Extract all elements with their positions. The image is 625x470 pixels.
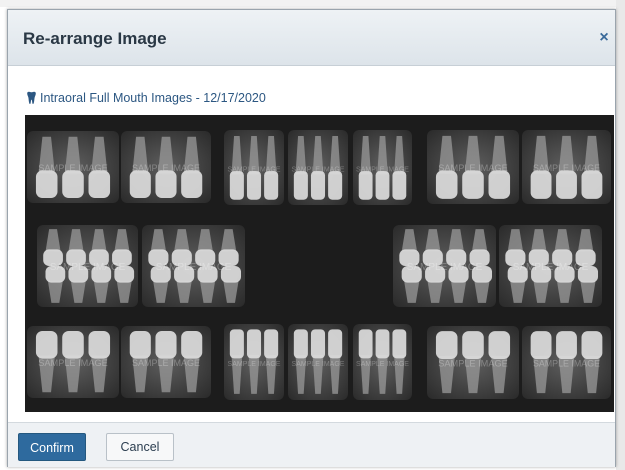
svg-text:SAMPLE IMAGE: SAMPLE IMAGE [438,163,507,173]
xray-thumbnail-molar-lower-left-1[interactable]: SAMPLE IMAGE [427,326,519,399]
xray-thumbnail-bitewing-left-2[interactable]: SAMPLE IMAGE [499,225,602,307]
dialog-title: Re-arrange Image [23,29,167,48]
xray-thumbnail-incisor-upper-1[interactable]: SAMPLE IMAGE [224,130,284,205]
xray-thumbnail-molar-upper-right-1[interactable]: SAMPLE IMAGE [27,131,119,203]
svg-text:SAMPLE IMAGE: SAMPLE IMAGE [356,167,409,174]
xray-thumbnail-molar-upper-left-1[interactable]: SAMPLE IMAGE [427,130,519,204]
window-frame-right [616,0,625,470]
xray-thumbnail-incisor-lower-3[interactable]: SAMPLE IMAGE [353,324,412,400]
svg-text:SAMPLE IMAGE: SAMPLE IMAGE [50,262,126,273]
svg-text:SAMPLE IMAGE: SAMPLE IMAGE [156,262,232,273]
xray-thumbnail-incisor-upper-2[interactable]: SAMPLE IMAGE [288,130,348,205]
xray-thumbnail-bitewing-left-1[interactable]: SAMPLE IMAGE [393,225,496,307]
xray-thumbnail-bitewing-right-1[interactable]: SAMPLE IMAGE [37,225,138,307]
xray-thumbnail-bitewing-right-2[interactable]: SAMPLE IMAGE [142,225,245,307]
tooth-icon [26,91,37,105]
svg-text:SAMPLE IMAGE: SAMPLE IMAGE [292,167,345,174]
svg-text:SAMPLE IMAGE: SAMPLE IMAGE [438,359,507,369]
cancel-button[interactable]: Cancel [106,433,174,461]
svg-text:SAMPLE IMAGE: SAMPLE IMAGE [38,358,107,368]
image-set-title: Intraoral Full Mouth Images - 12/17/2020 [40,91,266,105]
confirm-button[interactable]: Confirm [18,433,86,461]
svg-text:SAMPLE IMAGE: SAMPLE IMAGE [533,163,600,173]
svg-text:SAMPLE IMAGE: SAMPLE IMAGE [356,361,409,368]
svg-text:SAMPLE IMAGE: SAMPLE IMAGE [407,262,483,273]
svg-text:SAMPLE IMAGE: SAMPLE IMAGE [292,361,345,368]
xray-thumbnail-molar-upper-left-2[interactable]: SAMPLE IMAGE [522,130,611,204]
svg-text:SAMPLE IMAGE: SAMPLE IMAGE [533,359,600,369]
image-arrangement-canvas[interactable]: SAMPLE IMAGE SAMPLE IMAGE SAMPLE IMAGE SAMP… [25,115,614,412]
svg-text:SAMPLE IMAGE: SAMPLE IMAGE [513,262,589,273]
xray-thumbnail-molar-lower-right-2[interactable]: SAMPLE IMAGE [121,326,211,398]
xray-thumbnail-incisor-upper-3[interactable]: SAMPLE IMAGE [353,130,412,205]
rearrange-image-dialog: Re-arrange Image × Intraoral Full Mouth … [7,9,616,467]
xray-thumbnail-incisor-lower-2[interactable]: SAMPLE IMAGE [288,324,348,400]
close-icon[interactable]: × [598,30,610,46]
xray-thumbnail-incisor-lower-1[interactable]: SAMPLE IMAGE [224,324,284,400]
svg-text:SAMPLE IMAGE: SAMPLE IMAGE [228,361,281,368]
dialog-footer: Confirm Cancel [8,422,615,467]
svg-text:SAMPLE IMAGE: SAMPLE IMAGE [38,163,107,173]
xray-thumbnail-molar-upper-right-2[interactable]: SAMPLE IMAGE [121,131,211,203]
dialog-header: Re-arrange Image × [8,10,615,66]
svg-text:SAMPLE IMAGE: SAMPLE IMAGE [228,167,281,174]
svg-text:SAMPLE IMAGE: SAMPLE IMAGE [132,358,200,368]
svg-text:SAMPLE IMAGE: SAMPLE IMAGE [132,163,200,173]
xray-thumbnail-molar-lower-right-1[interactable]: SAMPLE IMAGE [27,326,119,398]
xray-thumbnail-molar-lower-left-2[interactable]: SAMPLE IMAGE [522,326,611,399]
image-set-heading: Intraoral Full Mouth Images - 12/17/2020 [26,90,266,106]
window-frame-top [0,0,625,7]
